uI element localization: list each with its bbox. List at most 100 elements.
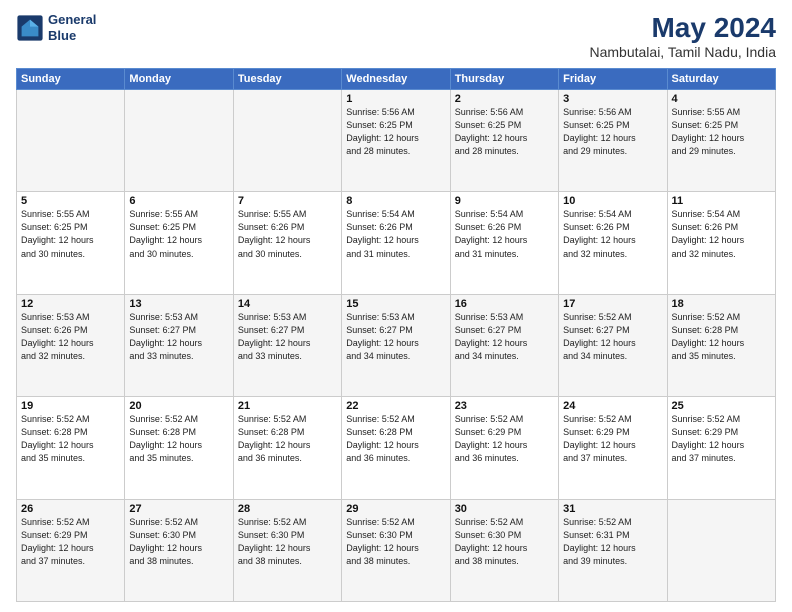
calendar-header-day: Saturday (667, 69, 775, 90)
calendar-cell: 27Sunrise: 5:52 AMSunset: 6:30 PMDayligh… (125, 499, 233, 601)
day-info: Sunrise: 5:54 AMSunset: 6:26 PMDaylight:… (563, 208, 662, 260)
logo-icon (16, 14, 44, 42)
title-block: May 2024 Nambutalai, Tamil Nadu, India (589, 12, 776, 60)
day-number: 29 (346, 503, 445, 515)
day-info: Sunrise: 5:54 AMSunset: 6:26 PMDaylight:… (672, 208, 771, 260)
calendar-cell: 24Sunrise: 5:52 AMSunset: 6:29 PMDayligh… (559, 397, 667, 499)
day-info: Sunrise: 5:52 AMSunset: 6:29 PMDaylight:… (563, 413, 662, 465)
day-info: Sunrise: 5:52 AMSunset: 6:28 PMDaylight:… (346, 413, 445, 465)
calendar-cell (233, 90, 341, 192)
calendar-week-row: 19Sunrise: 5:52 AMSunset: 6:28 PMDayligh… (17, 397, 776, 499)
calendar-cell: 16Sunrise: 5:53 AMSunset: 6:27 PMDayligh… (450, 294, 558, 396)
day-number: 27 (129, 503, 228, 515)
day-info: Sunrise: 5:52 AMSunset: 6:27 PMDaylight:… (563, 311, 662, 363)
calendar-cell: 15Sunrise: 5:53 AMSunset: 6:27 PMDayligh… (342, 294, 450, 396)
day-number: 8 (346, 195, 445, 207)
calendar-cell: 12Sunrise: 5:53 AMSunset: 6:26 PMDayligh… (17, 294, 125, 396)
day-info: Sunrise: 5:52 AMSunset: 6:29 PMDaylight:… (455, 413, 554, 465)
calendar-header-day: Friday (559, 69, 667, 90)
calendar-table: SundayMondayTuesdayWednesdayThursdayFrid… (16, 68, 776, 602)
calendar-header-day: Thursday (450, 69, 558, 90)
calendar-cell: 22Sunrise: 5:52 AMSunset: 6:28 PMDayligh… (342, 397, 450, 499)
calendar-cell: 30Sunrise: 5:52 AMSunset: 6:30 PMDayligh… (450, 499, 558, 601)
calendar-cell: 19Sunrise: 5:52 AMSunset: 6:28 PMDayligh… (17, 397, 125, 499)
day-number: 23 (455, 400, 554, 412)
day-number: 26 (21, 503, 120, 515)
day-number: 10 (563, 195, 662, 207)
day-info: Sunrise: 5:53 AMSunset: 6:27 PMDaylight:… (346, 311, 445, 363)
day-info: Sunrise: 5:52 AMSunset: 6:28 PMDaylight:… (238, 413, 337, 465)
calendar-header-row: SundayMondayTuesdayWednesdayThursdayFrid… (17, 69, 776, 90)
day-info: Sunrise: 5:55 AMSunset: 6:25 PMDaylight:… (672, 106, 771, 158)
calendar-cell: 25Sunrise: 5:52 AMSunset: 6:29 PMDayligh… (667, 397, 775, 499)
calendar-cell: 11Sunrise: 5:54 AMSunset: 6:26 PMDayligh… (667, 192, 775, 294)
day-info: Sunrise: 5:55 AMSunset: 6:25 PMDaylight:… (21, 208, 120, 260)
day-number: 21 (238, 400, 337, 412)
logo-text: General Blue (48, 12, 96, 43)
calendar-cell: 28Sunrise: 5:52 AMSunset: 6:30 PMDayligh… (233, 499, 341, 601)
calendar-week-row: 1Sunrise: 5:56 AMSunset: 6:25 PMDaylight… (17, 90, 776, 192)
day-number: 6 (129, 195, 228, 207)
calendar-cell (125, 90, 233, 192)
day-number: 14 (238, 298, 337, 310)
calendar-cell (17, 90, 125, 192)
day-number: 11 (672, 195, 771, 207)
day-number: 20 (129, 400, 228, 412)
calendar-cell: 31Sunrise: 5:52 AMSunset: 6:31 PMDayligh… (559, 499, 667, 601)
day-number: 1 (346, 93, 445, 105)
day-info: Sunrise: 5:52 AMSunset: 6:30 PMDaylight:… (238, 516, 337, 568)
calendar-cell: 9Sunrise: 5:54 AMSunset: 6:26 PMDaylight… (450, 192, 558, 294)
day-info: Sunrise: 5:53 AMSunset: 6:27 PMDaylight:… (238, 311, 337, 363)
calendar-cell: 20Sunrise: 5:52 AMSunset: 6:28 PMDayligh… (125, 397, 233, 499)
day-info: Sunrise: 5:54 AMSunset: 6:26 PMDaylight:… (346, 208, 445, 260)
day-number: 4 (672, 93, 771, 105)
subtitle: Nambutalai, Tamil Nadu, India (589, 44, 776, 60)
day-info: Sunrise: 5:56 AMSunset: 6:25 PMDaylight:… (346, 106, 445, 158)
calendar-cell: 7Sunrise: 5:55 AMSunset: 6:26 PMDaylight… (233, 192, 341, 294)
day-info: Sunrise: 5:52 AMSunset: 6:28 PMDaylight:… (21, 413, 120, 465)
calendar-week-row: 12Sunrise: 5:53 AMSunset: 6:26 PMDayligh… (17, 294, 776, 396)
calendar-header-day: Monday (125, 69, 233, 90)
day-number: 3 (563, 93, 662, 105)
day-info: Sunrise: 5:52 AMSunset: 6:30 PMDaylight:… (129, 516, 228, 568)
header: General Blue May 2024 Nambutalai, Tamil … (16, 12, 776, 60)
day-info: Sunrise: 5:52 AMSunset: 6:28 PMDaylight:… (672, 311, 771, 363)
day-number: 24 (563, 400, 662, 412)
calendar-cell: 13Sunrise: 5:53 AMSunset: 6:27 PMDayligh… (125, 294, 233, 396)
calendar-header-day: Wednesday (342, 69, 450, 90)
day-number: 2 (455, 93, 554, 105)
day-number: 9 (455, 195, 554, 207)
day-number: 12 (21, 298, 120, 310)
calendar-week-row: 5Sunrise: 5:55 AMSunset: 6:25 PMDaylight… (17, 192, 776, 294)
calendar-cell: 18Sunrise: 5:52 AMSunset: 6:28 PMDayligh… (667, 294, 775, 396)
day-info: Sunrise: 5:52 AMSunset: 6:30 PMDaylight:… (346, 516, 445, 568)
day-info: Sunrise: 5:56 AMSunset: 6:25 PMDaylight:… (455, 106, 554, 158)
main-title: May 2024 (589, 12, 776, 44)
calendar-cell: 2Sunrise: 5:56 AMSunset: 6:25 PMDaylight… (450, 90, 558, 192)
calendar-cell: 21Sunrise: 5:52 AMSunset: 6:28 PMDayligh… (233, 397, 341, 499)
day-number: 18 (672, 298, 771, 310)
calendar-cell: 5Sunrise: 5:55 AMSunset: 6:25 PMDaylight… (17, 192, 125, 294)
day-number: 19 (21, 400, 120, 412)
day-info: Sunrise: 5:56 AMSunset: 6:25 PMDaylight:… (563, 106, 662, 158)
day-info: Sunrise: 5:53 AMSunset: 6:27 PMDaylight:… (455, 311, 554, 363)
day-info: Sunrise: 5:52 AMSunset: 6:28 PMDaylight:… (129, 413, 228, 465)
day-info: Sunrise: 5:55 AMSunset: 6:25 PMDaylight:… (129, 208, 228, 260)
day-number: 31 (563, 503, 662, 515)
calendar-cell: 6Sunrise: 5:55 AMSunset: 6:25 PMDaylight… (125, 192, 233, 294)
logo: General Blue (16, 12, 96, 43)
calendar-week-row: 26Sunrise: 5:52 AMSunset: 6:29 PMDayligh… (17, 499, 776, 601)
calendar-cell: 4Sunrise: 5:55 AMSunset: 6:25 PMDaylight… (667, 90, 775, 192)
day-info: Sunrise: 5:53 AMSunset: 6:27 PMDaylight:… (129, 311, 228, 363)
day-info: Sunrise: 5:54 AMSunset: 6:26 PMDaylight:… (455, 208, 554, 260)
calendar-cell (667, 499, 775, 601)
day-info: Sunrise: 5:53 AMSunset: 6:26 PMDaylight:… (21, 311, 120, 363)
day-number: 22 (346, 400, 445, 412)
page: General Blue May 2024 Nambutalai, Tamil … (0, 0, 792, 612)
day-number: 28 (238, 503, 337, 515)
day-number: 25 (672, 400, 771, 412)
day-info: Sunrise: 5:52 AMSunset: 6:30 PMDaylight:… (455, 516, 554, 568)
day-number: 17 (563, 298, 662, 310)
calendar-cell: 8Sunrise: 5:54 AMSunset: 6:26 PMDaylight… (342, 192, 450, 294)
calendar-cell: 10Sunrise: 5:54 AMSunset: 6:26 PMDayligh… (559, 192, 667, 294)
